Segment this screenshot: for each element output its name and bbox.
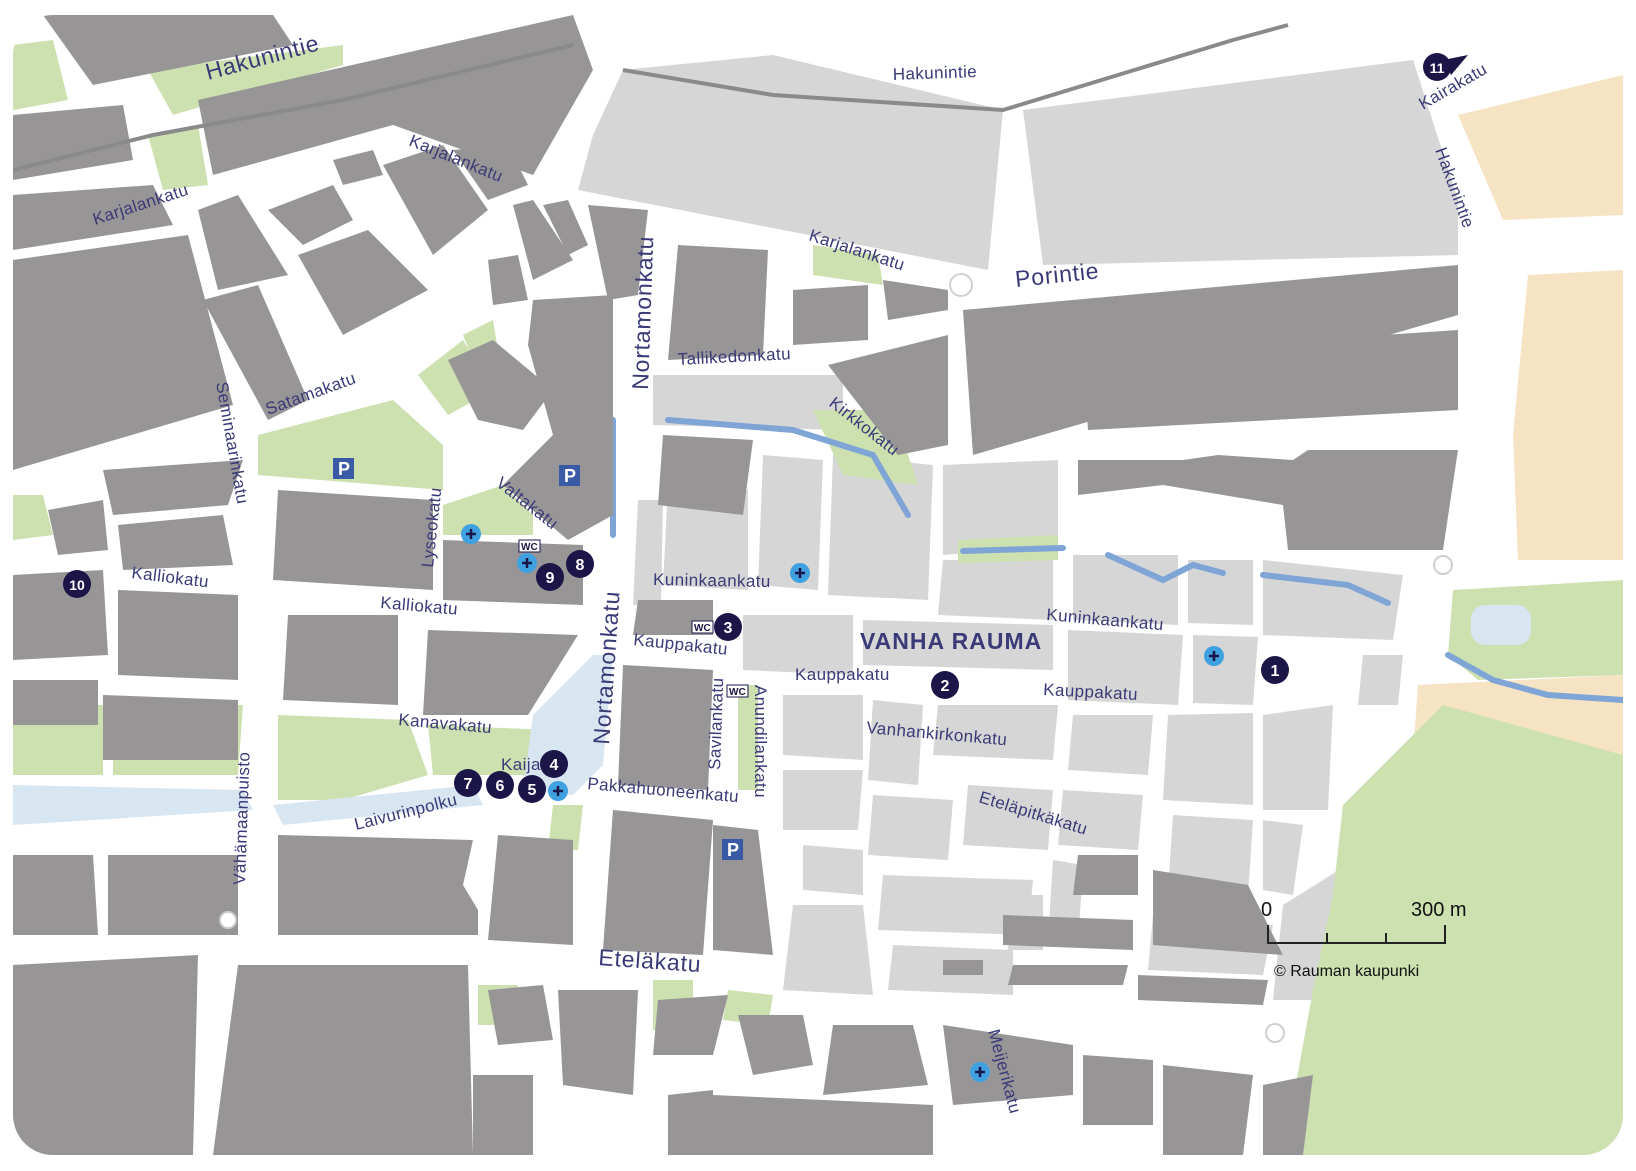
parking-sign-2[interactable]: P (559, 465, 580, 486)
pond (1471, 605, 1531, 645)
first-aid-icon[interactable] (970, 1062, 990, 1082)
parking-sign-1-label: P (338, 459, 350, 479)
marker-3-label: 3 (724, 620, 733, 637)
marker-1[interactable]: 1 (1261, 656, 1289, 684)
wc-icon-1-label: WC (521, 542, 538, 553)
copyright-text: © Rauman kaupunki (1274, 963, 1419, 980)
street-label-kaija: Kaija (501, 755, 541, 774)
parking-sign-1[interactable]: P (333, 458, 354, 479)
scale-start: 0 (1261, 899, 1272, 921)
marker-2[interactable]: 2 (931, 671, 959, 699)
parking-sign-3-label: P (727, 840, 739, 860)
first-aid-icon[interactable] (1204, 646, 1224, 666)
wc-icon-3-label: WC (729, 687, 746, 698)
wc-icon-2-label: WC (694, 623, 711, 634)
marker-10[interactable]: 10 (63, 570, 91, 598)
marker-11-label: 11 (1430, 60, 1445, 76)
marker-5-label: 5 (528, 782, 537, 799)
marker-5[interactable]: 5 (518, 775, 546, 803)
wc-icon-2[interactable]: WC (691, 620, 714, 634)
scale-end: 300 m (1411, 899, 1467, 921)
marker-3[interactable]: 3 (714, 613, 742, 641)
street-label-nortamonkatu-1: Nortamonkatu (627, 235, 658, 390)
first-aid-icon[interactable] (517, 553, 537, 573)
first-aid-icon[interactable] (790, 563, 810, 583)
district-label: VANHA RAUMA (860, 628, 1042, 654)
street-label-kuninkaankatu-1: Kuninkaankatu (653, 570, 771, 591)
street-label-kauppakatu-2: Kauppakatu (795, 665, 890, 684)
wc-icon-1[interactable]: WC (518, 539, 541, 553)
marker-8[interactable]: 8 (566, 550, 594, 578)
street-label-hakunintie-2: Hakunintie (892, 62, 977, 84)
street-label-savilankatu: Savilankatu (705, 677, 727, 770)
marker-9[interactable]: 9 (536, 563, 564, 591)
wc-icon-3[interactable]: WC (726, 684, 749, 698)
marker-4-label: 4 (550, 757, 559, 774)
marker-7[interactable]: 7 (454, 769, 482, 797)
marker-9-label: 9 (546, 570, 555, 587)
marker-2-label: 2 (941, 678, 950, 695)
city-map[interactable]: Hakunintie Hakunintie Hakunintie Kairaka… (13, 15, 1623, 1155)
marker-6-label: 6 (496, 778, 505, 795)
street-label-anundilankatu: Anundilankatu (751, 685, 770, 798)
marker-10-label: 10 (69, 577, 85, 593)
marker-4[interactable]: 4 (540, 750, 568, 778)
marker-1-label: 1 (1271, 663, 1280, 680)
marker-7-label: 7 (464, 776, 473, 793)
parking-sign-3[interactable]: P (722, 839, 743, 860)
first-aid-icon[interactable] (548, 781, 568, 801)
marker-8-label: 8 (576, 557, 585, 574)
first-aid-icon[interactable] (461, 524, 481, 544)
marker-6[interactable]: 6 (486, 771, 514, 799)
map-container[interactable]: Hakunintie Hakunintie Hakunintie Kairaka… (13, 15, 1623, 1155)
parking-sign-2-label: P (564, 466, 576, 486)
